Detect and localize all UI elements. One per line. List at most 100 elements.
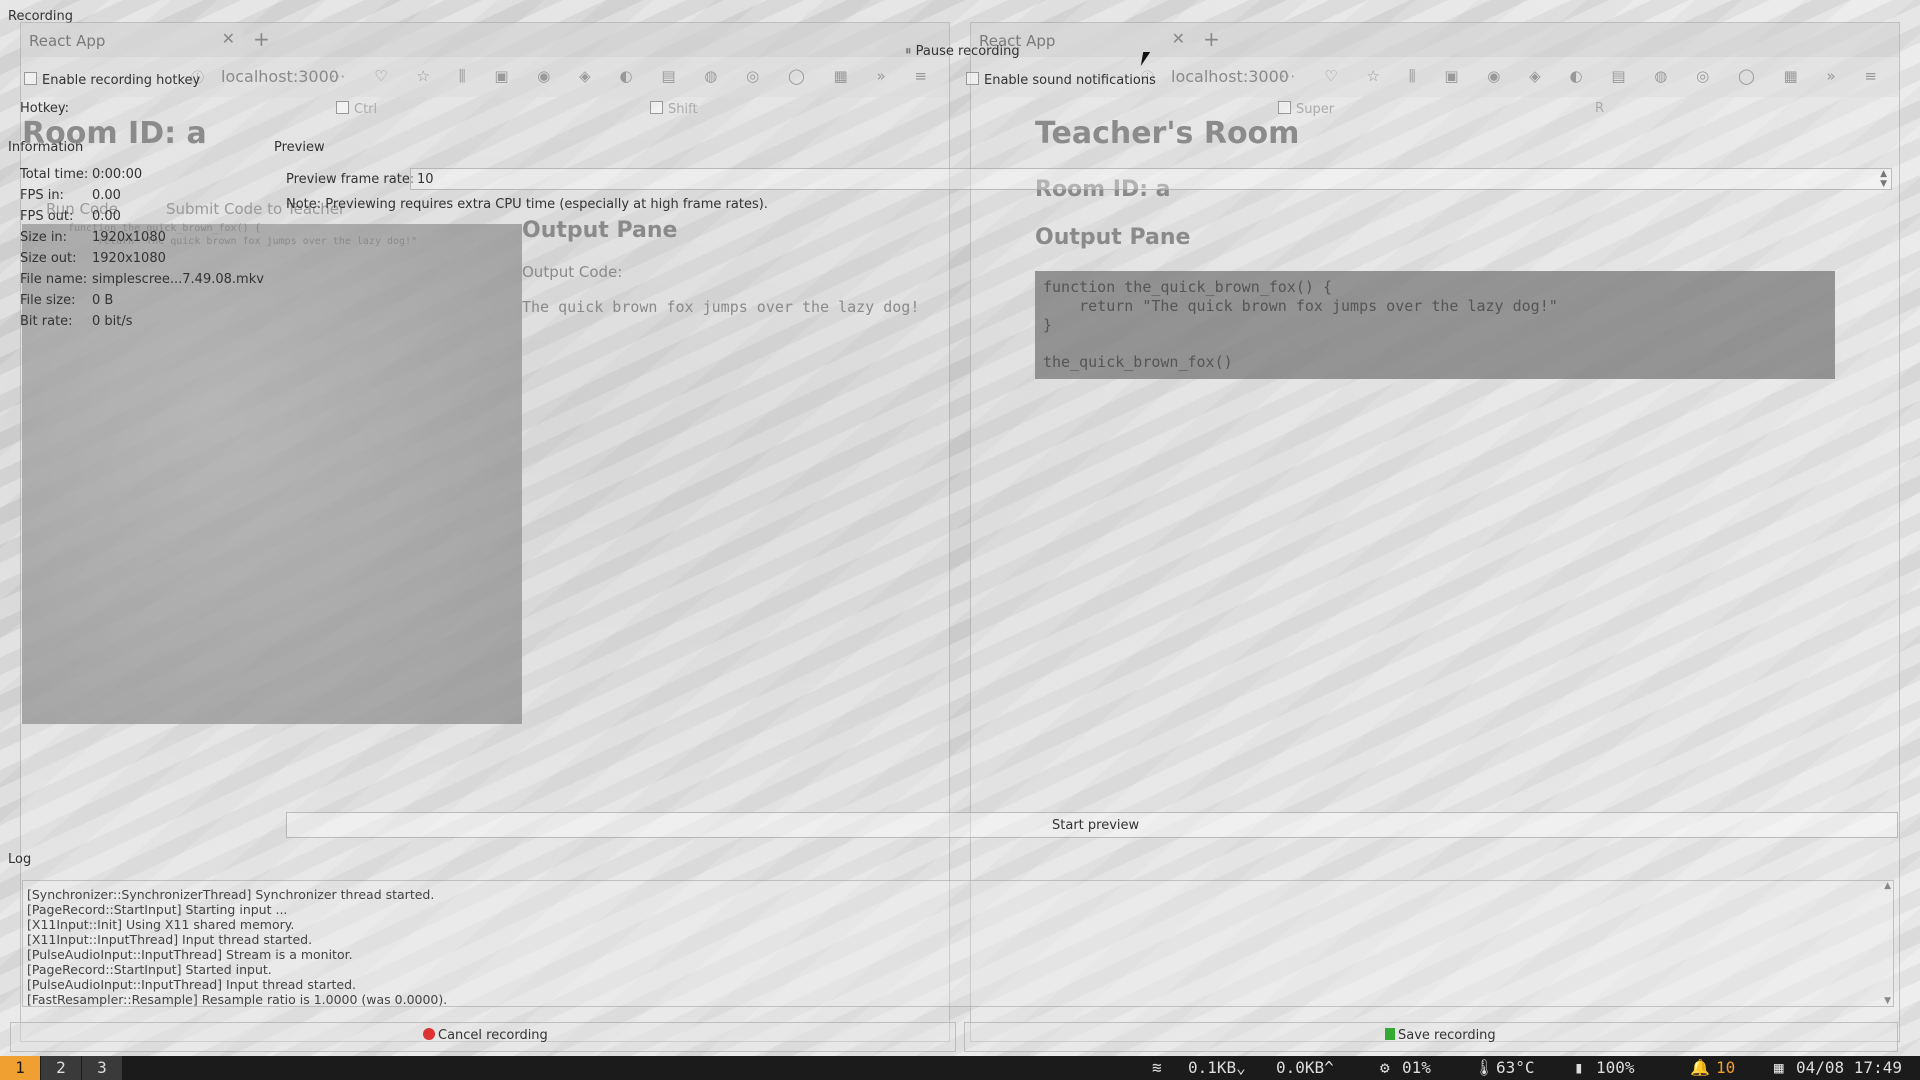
info-value: 1920x1080 [92,230,166,245]
log-line: [FastResampler::Resample] Resample ratio… [27,992,448,1007]
url-text[interactable]: localhost:3000 [1171,67,1289,86]
log-box[interactable]: [Synchronizer::SynchronizerThread] Synch… [22,880,1894,1007]
save-recording-button[interactable]: Save recording [964,1022,1898,1052]
workspace-1[interactable]: 1 [0,1056,40,1080]
start-preview-label: Start preview [1052,818,1140,833]
log-line: [Synchronizer::SynchronizerThread] Synch… [27,887,435,902]
checkbox-box[interactable] [966,72,979,85]
preview-title: Preview [274,140,325,155]
modifier-label: Shift [668,102,698,117]
log-line: [PageRecord::StartInput] Started input. [27,962,272,977]
sound-checkbox-label: Enable sound notifications [984,73,1156,88]
information-title: Information [8,140,84,155]
info-label: File size: [20,293,76,308]
toolbar-icons[interactable]: ⋯ ♡ ☆ ⫼ ▣ ◉ ◈ ◐ ▤ ◍ ◎ ◯ ▦ » ≡ [331,67,940,85]
pause-recording-button[interactable]: ⏸ Pause recording [905,44,1020,59]
pause-icon: ⏸ [905,44,912,59]
log-line: [PulseAudioInput::InputThread] Input thr… [27,977,357,992]
modifier-super[interactable]: Super [1278,101,1334,117]
cancel-label: Cancel recording [438,1028,548,1043]
pause-label: Pause recording [915,44,1020,59]
modifier-ctrl[interactable]: Ctrl [336,101,377,117]
checkbox-box[interactable] [24,72,37,85]
battery-icon: ▮ [1574,1058,1584,1077]
tab-bar: React App ✕ + [21,23,949,57]
temp-value: 63°C [1496,1058,1535,1077]
save-label: Save recording [1398,1028,1496,1043]
info-label: Size out: [20,251,77,266]
info-value: 0:00:00 [92,167,143,182]
thermometer-icon: 🌡 [1474,1058,1495,1077]
datetime[interactable]: 04/08 17:49 [1796,1058,1902,1077]
net-up: 0.0KB^ [1276,1058,1334,1077]
checkbox-box[interactable] [650,101,663,114]
code-line: } [1043,316,1053,334]
status-bar: 1 2 3 ≋ 0.1KB⌄ 0.0KB^ ⚙ 01% 🌡 63°C ▮ 100… [0,1056,1920,1080]
net-up-value: 0.0KB [1276,1058,1325,1077]
info-value: simplescree...7.49.08.mkv [92,272,264,287]
workspace-3[interactable]: 3 [82,1056,122,1080]
cancel-recording-button[interactable]: Cancel recording [10,1022,956,1052]
checkbox-box[interactable] [336,101,349,114]
start-preview-button[interactable]: Start preview [286,812,1898,838]
net-down: 0.1KB⌄ [1188,1058,1246,1077]
log-line: [PageRecord::StartInput] Starting input … [27,902,288,917]
cancel-recording-content: Cancel recording [423,1028,548,1043]
preview-rate-input[interactable]: 10 ▲ ▼ [410,168,1892,190]
close-tab-icon[interactable]: ✕ [222,29,235,48]
checkbox-box[interactable] [1278,101,1291,114]
scroll-up-icon[interactable]: ▲ [1884,881,1891,891]
hotkey-label: Hotkey: [20,101,70,116]
code-line: return "The quick brown fox jumps over t… [1043,297,1558,315]
net-down-value: 0.1KB [1188,1058,1237,1077]
close-tab-icon[interactable]: ✕ [1172,29,1185,48]
info-label: FPS in: [20,188,64,203]
sound-checkbox[interactable]: Enable sound notifications [966,72,1156,88]
info-value: 0.00 [92,188,121,203]
hotkey-key-select[interactable]: R [1595,101,1604,116]
log-title: Log [8,852,32,867]
info-value: 0 B [92,293,114,308]
cpu-icon: ⚙ [1380,1058,1390,1077]
bell-icon[interactable]: 🔔 [1690,1058,1710,1077]
info-label: FPS out: [20,209,74,224]
modifier-label: Super [1296,102,1335,117]
log-line: [X11Input::InputThread] Input thread sta… [27,932,313,947]
info-label: Size in: [20,230,68,245]
log-line: [X11Input::Init] Using X11 shared memory… [27,917,295,932]
toolbar-icons[interactable]: ⋯ ♡ ☆ ⫼ ▣ ◉ ◈ ◐ ▤ ◍ ◎ ◯ ▦ » ≡ [1281,67,1890,85]
spin-arrows-icon[interactable]: ▲ ▼ [1880,169,1887,189]
notification-count[interactable]: 10 [1716,1058,1735,1077]
code-line: the_quick_brown_fox() [1043,353,1233,371]
info-value: 1920x1080 [92,251,166,266]
tab-react-app[interactable]: React App ✕ [21,23,243,57]
new-tab-icon[interactable]: + [253,27,270,51]
hotkey-checkbox-label: Enable recording hotkey [42,73,201,88]
up-arrow-icon: ^ [1324,1058,1334,1077]
info-label: File name: [20,272,88,287]
modifier-shift[interactable]: Shift [650,101,698,117]
code-block: function the_quick_brown_fox() { return … [1035,271,1835,379]
preview-rate-value: 10 [417,172,434,187]
url-text[interactable]: localhost:3000 [221,67,339,86]
output-heading: Output Pane [1035,225,1191,250]
output-text: The quick brown fox jumps over the lazy … [522,298,920,316]
output-heading: Output Pane [522,218,678,243]
info-label: Total time: [20,167,89,182]
workspace-2[interactable]: 2 [41,1056,81,1080]
log-line: [PulseAudioInput::InputThread] Stream is… [27,947,353,962]
save-icon [1385,1028,1395,1040]
code-line: function the_quick_brown_fox() { [1043,278,1332,296]
tab-bar: React App ✕ + [971,23,1899,57]
tab-title: React App [29,32,106,50]
cpu-value: 01% [1402,1058,1431,1077]
new-tab-icon[interactable]: + [1203,27,1220,51]
cancel-icon [423,1028,435,1040]
save-recording-content: Save recording [1385,1028,1496,1043]
wifi-icon: ≋ [1152,1058,1162,1077]
battery-value: 100% [1596,1058,1635,1077]
hotkey-checkbox[interactable]: Enable recording hotkey [24,72,200,88]
modifier-label: Ctrl [354,102,378,117]
scroll-down-icon[interactable]: ▼ [1884,996,1891,1006]
info-value: 0.00 [92,209,121,224]
